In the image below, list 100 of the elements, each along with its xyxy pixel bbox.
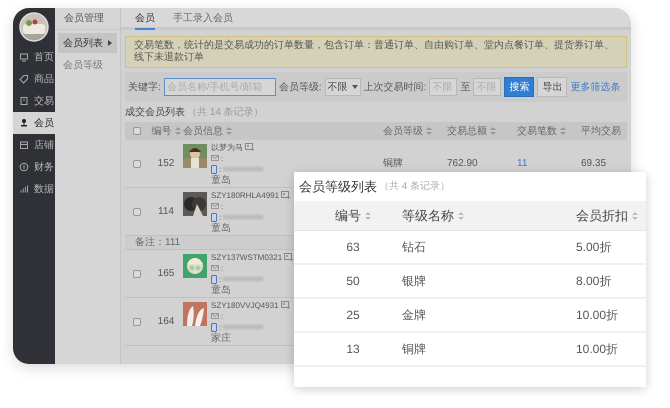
checkbox[interactable]: [133, 208, 141, 216]
submenu-item[interactable]: 会员列表: [58, 33, 117, 53]
coin-icon: [19, 162, 29, 172]
id-card-icon: [281, 191, 290, 199]
column-header[interactable]: 交易笔数: [517, 124, 557, 138]
member-level: 铜牌: [383, 158, 403, 169]
member-name: SZY180VVJQ4931: [211, 300, 279, 310]
column-header[interactable]: 等级名称: [402, 206, 454, 226]
member-region: 童岛: [211, 222, 232, 234]
mail-icon: [211, 155, 219, 161]
table-cell-text: 63: [346, 239, 360, 256]
table-cell: 69.35: [581, 158, 606, 169]
contact-text: :: [221, 262, 224, 274]
sidebar-item[interactable]: 首页: [13, 46, 55, 68]
sidebar-item[interactable]: 会员: [13, 112, 55, 134]
table-cell-text: 152: [158, 157, 174, 171]
id-card-icon: [284, 253, 294, 261]
column-header[interactable]: 编号: [152, 124, 172, 138]
sort-icon[interactable]: [226, 127, 232, 135]
member-region: 童岛: [211, 284, 232, 296]
record-count: （共 4 条记录）: [379, 180, 450, 194]
notice-banner: 交易笔数，统计的是交易成功的订单数量，包含订单：普通订单、自由购订单、堂内点餐订单、提货券订单、线下未退款订单: [125, 36, 627, 68]
level-dropdown[interactable]: 不限: [324, 78, 361, 96]
mail-icon: [211, 203, 219, 209]
bar-chart-icon: [19, 184, 29, 194]
id-card-icon: [245, 143, 254, 151]
column-header[interactable]: 会员折扣: [576, 206, 628, 226]
phone-icon: [211, 164, 217, 174]
table-cell-text: 114: [158, 205, 174, 219]
sidebar-item[interactable]: 数据: [13, 178, 55, 200]
sidebar-item[interactable]: 店铺: [13, 134, 55, 156]
checkbox[interactable]: [133, 270, 141, 278]
sort-icon[interactable]: [426, 127, 432, 135]
caret-icon: [352, 85, 358, 89]
tag-icon: [19, 74, 29, 84]
sort-icon[interactable]: [458, 212, 464, 220]
contact-text: :: [221, 310, 224, 322]
table-cell-text: 50: [346, 273, 360, 290]
store-icon: [19, 140, 29, 150]
sidebar-item[interactable]: 商品: [13, 68, 55, 90]
phone-icon: [211, 274, 217, 284]
table-cell: 铜牌: [402, 342, 426, 356]
checkbox[interactable]: [133, 127, 141, 135]
contact-text: :: [221, 200, 224, 212]
id-card-icon: [280, 301, 290, 309]
record-count: （共 14 条记录）: [187, 106, 264, 120]
field-label: 关键字:: [128, 80, 161, 94]
contact-text: :: [219, 212, 222, 222]
caret-icon: [108, 40, 112, 46]
member-name: SZY180RHLA4991: [211, 190, 280, 200]
member-region: 童岛: [211, 174, 232, 186]
checkbox[interactable]: [133, 160, 141, 168]
row-note: 备注：111: [135, 236, 180, 250]
phone-icon: [211, 322, 217, 332]
mail-icon: [211, 313, 219, 319]
sidebar-item[interactable]: 财务: [13, 156, 55, 178]
table-cell: 10.00折: [576, 308, 618, 322]
export-button[interactable]: 导出: [537, 77, 568, 97]
member-region: 家庄: [211, 332, 232, 344]
card-title: 会员等级列表: [299, 178, 377, 196]
sort-icon[interactable]: [174, 127, 180, 135]
column-header[interactable]: 会员信息: [183, 124, 223, 138]
phone-icon: [211, 212, 217, 222]
user-icon: [19, 118, 29, 128]
tab[interactable]: 手工录入会员: [173, 8, 233, 30]
column-header[interactable]: 交易总额: [447, 124, 487, 138]
table-cell-text: 25: [346, 307, 360, 324]
field-label: 会员等级:: [278, 80, 322, 94]
member-name: 以梦为马: [211, 142, 243, 152]
table-cell: 5.00折: [576, 240, 612, 254]
table-cell: 8.00折: [576, 274, 612, 288]
column-header[interactable]: 会员等级: [383, 124, 423, 138]
mail-icon: [211, 265, 219, 271]
contact-text: :: [219, 322, 222, 332]
table-cell-text: 13: [346, 341, 360, 358]
document-icon: [19, 96, 29, 106]
table-cell-text: 165: [158, 267, 174, 281]
sort-icon[interactable]: [365, 212, 371, 220]
sort-icon[interactable]: [560, 127, 566, 135]
table-cell: 762.90: [447, 158, 478, 169]
table-cell-text: 164: [158, 315, 174, 329]
search-button[interactable]: 搜索: [504, 77, 534, 97]
checkbox[interactable]: [133, 318, 141, 326]
contact-text: :: [221, 152, 224, 164]
column-header[interactable]: 平均交易: [581, 124, 621, 138]
table-cell: 银牌: [402, 274, 426, 288]
tab[interactable]: 会员: [135, 8, 155, 30]
table-cell: 金牌: [402, 308, 426, 322]
table-cell: 钻石: [402, 240, 426, 254]
sort-icon[interactable]: [490, 127, 496, 135]
contact-text: :: [219, 164, 222, 174]
member-name: SZY137WSTM0321: [211, 252, 282, 262]
monitor-icon: [19, 52, 29, 62]
column-header[interactable]: 编号: [335, 206, 361, 226]
table-cell: 10.00折: [576, 342, 618, 356]
field-label: 上次交易时间:: [364, 80, 426, 94]
field-label: 至: [460, 80, 470, 94]
contact-text: :: [219, 274, 222, 284]
table-title: 成交会员列表: [125, 106, 185, 120]
sidebar-item[interactable]: 交易: [13, 90, 55, 112]
